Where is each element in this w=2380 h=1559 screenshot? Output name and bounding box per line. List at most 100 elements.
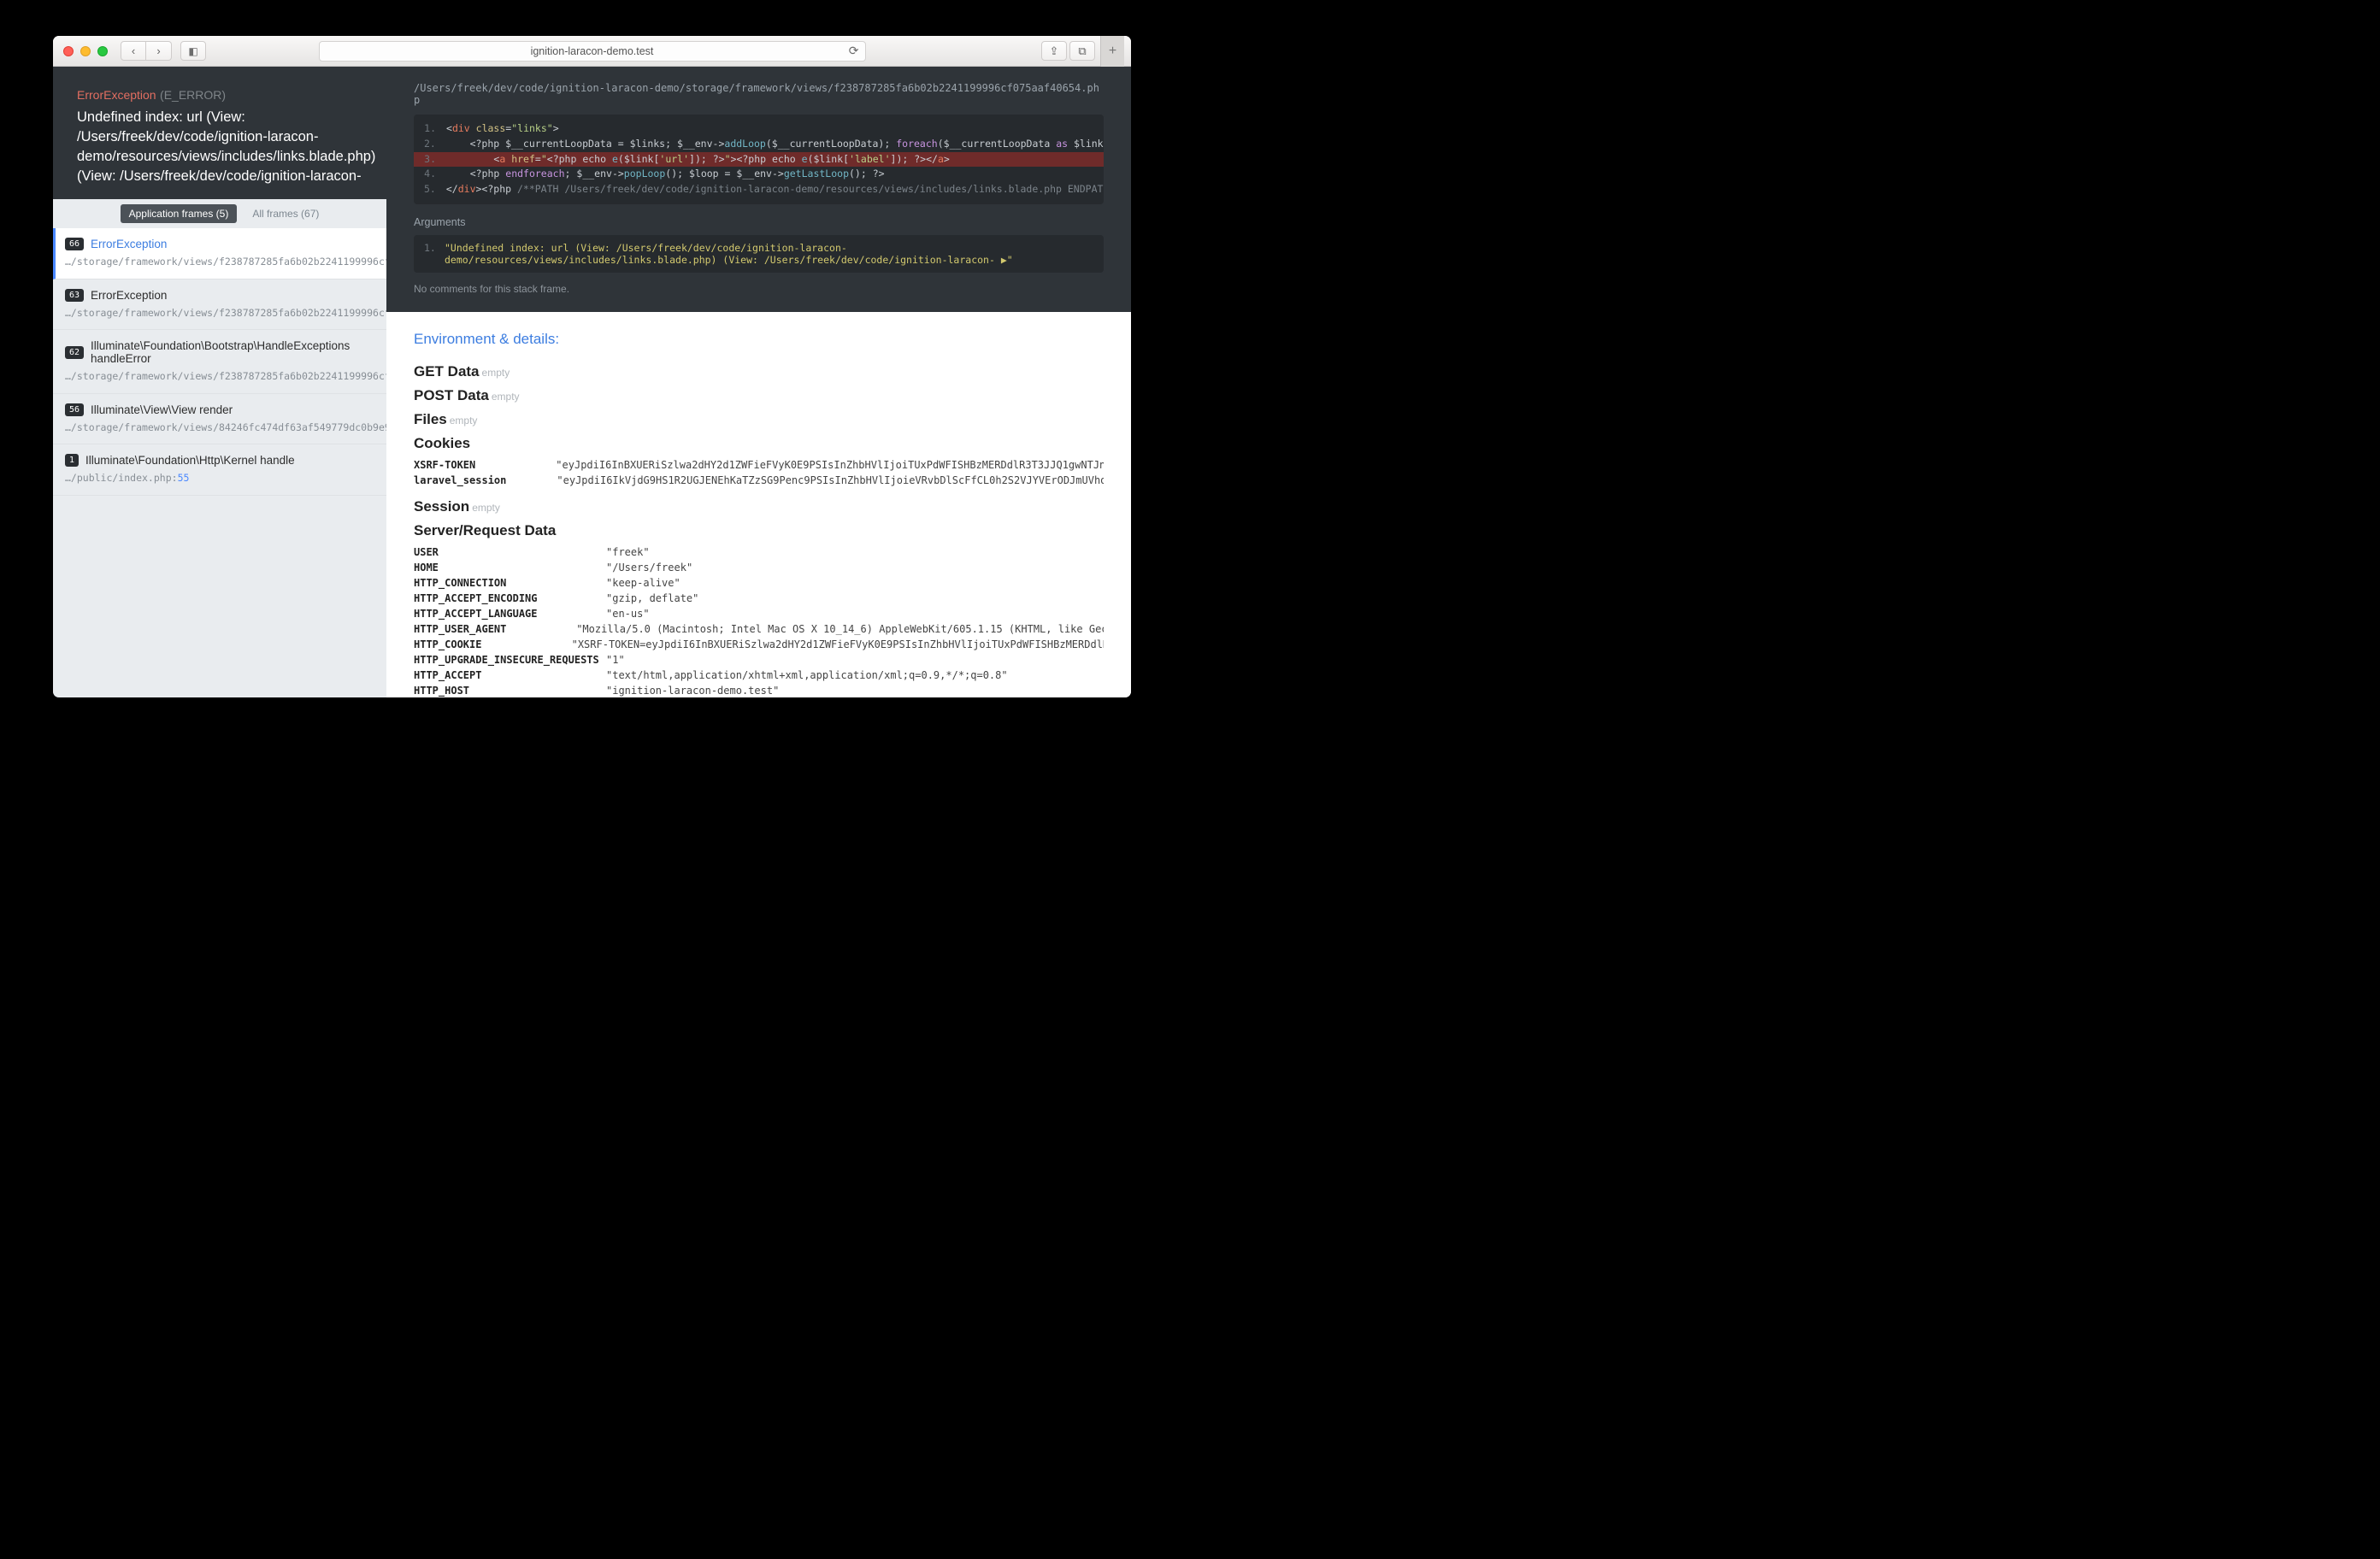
kv-value: ignition-laracon-demo.test [606,683,779,697]
kv-value: Mozilla/5.0 (Macintosh; Intel Mac OS X 1… [576,621,1104,637]
main-panel: /Users/freek/dev/code/ignition-laracon-d… [386,67,1131,697]
frame-title: Illuminate\View\View render [91,403,233,416]
kv-value: eyJpdiI6IkVjdG9HS1R2UGJENEhKaTZzSG9Penc9… [557,473,1104,488]
frame-number-badge: 63 [65,289,84,302]
frame-path: …/storage/framework/views/84246fc474df63… [65,421,374,435]
frames-sidebar: ErrorException (E_ERROR) Undefined index… [53,67,386,697]
kv-key: HTTP_ACCEPT [414,668,606,683]
kv-key: USER [414,544,606,560]
kv-row: laravel_sessioneyJpdiI6IkVjdG9HS1R2UGJEN… [414,473,1104,488]
tab-app-frames[interactable]: Application frames (5) [121,204,238,223]
section-get-data: GET Data [414,363,480,379]
nav-buttons: ‹ › [121,41,172,61]
titlebar: ‹ › ◧ ignition-laracon-demo.test ⟳ ⇪ ⧉ + [53,36,1131,67]
code-line: 4. <?php endforeach; $__env->popLoop(); … [424,167,1093,182]
kv-key: HTTP_COOKIE [414,637,572,652]
kv-key: laravel_session [414,473,557,488]
kv-value: 1 [606,652,625,668]
kv-row: HTTP_HOSTignition-laracon-demo.test [414,683,1104,697]
env-details-header: Environment & details: [414,331,1104,348]
back-button[interactable]: ‹ [121,41,146,61]
stack-frame[interactable]: 1Illuminate\Foundation\Http\Kernel handl… [53,444,386,496]
frame-number-badge: 62 [65,346,84,359]
empty-label: empty [472,502,500,514]
kv-row: HTTP_ACCEPTtext/html,application/xhtml+x… [414,668,1104,683]
exception-type: (E_ERROR) [160,88,226,102]
new-tab-button[interactable]: + [1100,36,1124,67]
section-cookies: Cookies [414,435,470,451]
close-window-icon[interactable] [63,46,74,56]
sidebar-icon: ◧ [188,45,197,57]
frame-filter-tabs: Application frames (5) All frames (67) [53,199,386,228]
frame-number-badge: 66 [65,238,84,250]
tabs-button[interactable]: ⧉ [1069,41,1095,61]
kv-key: XSRF-TOKEN [414,457,556,473]
kv-row: HTTP_ACCEPT_ENCODINGgzip, deflate [414,591,1104,606]
stack-frame[interactable]: 63 ErrorException …/storage/framework/view… [53,279,386,331]
share-button[interactable]: ⇪ [1041,41,1067,61]
maximize-window-icon[interactable] [97,46,108,56]
code-box[interactable]: 1.<div class="links">2. <?php $__current… [414,115,1104,204]
chevron-left-icon: ‹ [132,44,135,57]
kv-key: HOME [414,560,606,575]
url-text: ignition-laracon-demo.test [531,45,654,57]
arguments-header: Arguments [414,216,1104,228]
forward-button[interactable]: › [146,41,172,61]
kv-row: USERfreek [414,544,1104,560]
kv-value: /Users/freek [606,560,692,575]
frame-title: ErrorException [91,289,167,302]
code-line: 1.<div class="links"> [424,121,1093,137]
tab-all-frames[interactable]: All frames (67) [252,208,319,220]
reload-icon[interactable]: ⟳ [849,44,859,58]
kv-row: HOME/Users/freek [414,560,1104,575]
empty-label: empty [492,391,520,403]
environment-details[interactable]: Environment & details: GET Dataempty POS… [386,312,1131,697]
cookies-table: XSRF-TOKENeyJpdiI6InBXUERiSzlwa2dHY2d1ZW… [414,457,1104,488]
kv-value: gzip, deflate [606,591,698,606]
empty-label: empty [482,367,510,379]
kv-key: HTTP_ACCEPT_LANGUAGE [414,606,606,621]
exception-header: ErrorException (E_ERROR) Undefined index… [53,67,386,199]
stack-frame[interactable]: 66ErrorException…/storage/framework/view… [53,228,386,279]
window-controls [63,46,108,56]
sidebar-toggle-button[interactable]: ◧ [180,41,206,61]
kv-row: HTTP_UPGRADE_INSECURE_REQUESTS1 [414,652,1104,668]
kv-value: eyJpdiI6InBXUERiSzlwa2dHY2d1ZWFieFVyK0E9… [556,457,1104,473]
frame-title: ErrorException [91,238,167,250]
page-content: ErrorException (E_ERROR) Undefined index… [53,67,1131,697]
kv-row: HTTP_USER_AGENTMozilla/5.0 (Macintosh; I… [414,621,1104,637]
kv-key: HTTP_UPGRADE_INSECURE_REQUESTS [414,652,606,668]
section-session: Session [414,498,469,515]
plus-icon: + [1109,44,1116,59]
code-line: 2. <?php $__currentLoopData = $links; $_… [424,137,1093,152]
kv-key: HTTP_CONNECTION [414,575,606,591]
section-post-data: POST Data [414,387,489,403]
url-bar[interactable]: ignition-laracon-demo.test ⟳ [319,41,866,62]
stack-frame[interactable]: 62Illuminate\Foundation\Bootstrap\Handle… [53,330,386,394]
arguments-section: Arguments 1."Undefined index: url (View:… [414,216,1104,273]
minimize-window-icon[interactable] [80,46,91,56]
kv-row: HTTP_CONNECTIONkeep-alive [414,575,1104,591]
kv-row: HTTP_COOKIEXSRF-TOKEN=eyJpdiI6InBXUERiSz… [414,637,1104,652]
frame-path: …/public/index.php:55 [65,472,374,485]
file-path: /Users/freek/dev/code/ignition-laracon-d… [414,82,1104,106]
kv-row: HTTP_ACCEPT_LANGUAGEen-us [414,606,1104,621]
frames-list[interactable]: 66 ErrorException …/storage/framework/view… [53,228,386,697]
code-line: 5.</div><?php /**PATH /Users/freek/dev/c… [424,182,1093,197]
frame-path: …/storage/framework/views/f238787285fa6b… [65,307,374,321]
section-server-data: Server/Request Data [414,522,556,538]
frame-number-badge: 1 [65,454,79,467]
code-line: 3. <a href="<?php echo e($link['url']); … [414,152,1104,168]
empty-label: empty [450,415,478,427]
kv-value: freek [606,544,650,560]
server-table: USERfreekHOME/Users/freekHTTP_CONNECTION… [414,544,1104,697]
kv-value: keep-alive [606,575,680,591]
browser-window: ‹ › ◧ ignition-laracon-demo.test ⟳ ⇪ ⧉ +… [53,36,1131,697]
share-icon: ⇪ [1050,44,1059,58]
code-preview: /Users/freek/dev/code/ignition-laracon-d… [386,67,1131,312]
tabs-icon: ⧉ [1078,44,1086,58]
kv-key: HTTP_HOST [414,683,606,697]
kv-value: text/html,application/xhtml+xml,applicat… [606,668,1008,683]
stack-frame[interactable]: 56Illuminate\View\View render…/storage/f… [53,394,386,445]
argument-row: 1."Undefined index: url (View: /Users/fr… [414,235,1104,273]
